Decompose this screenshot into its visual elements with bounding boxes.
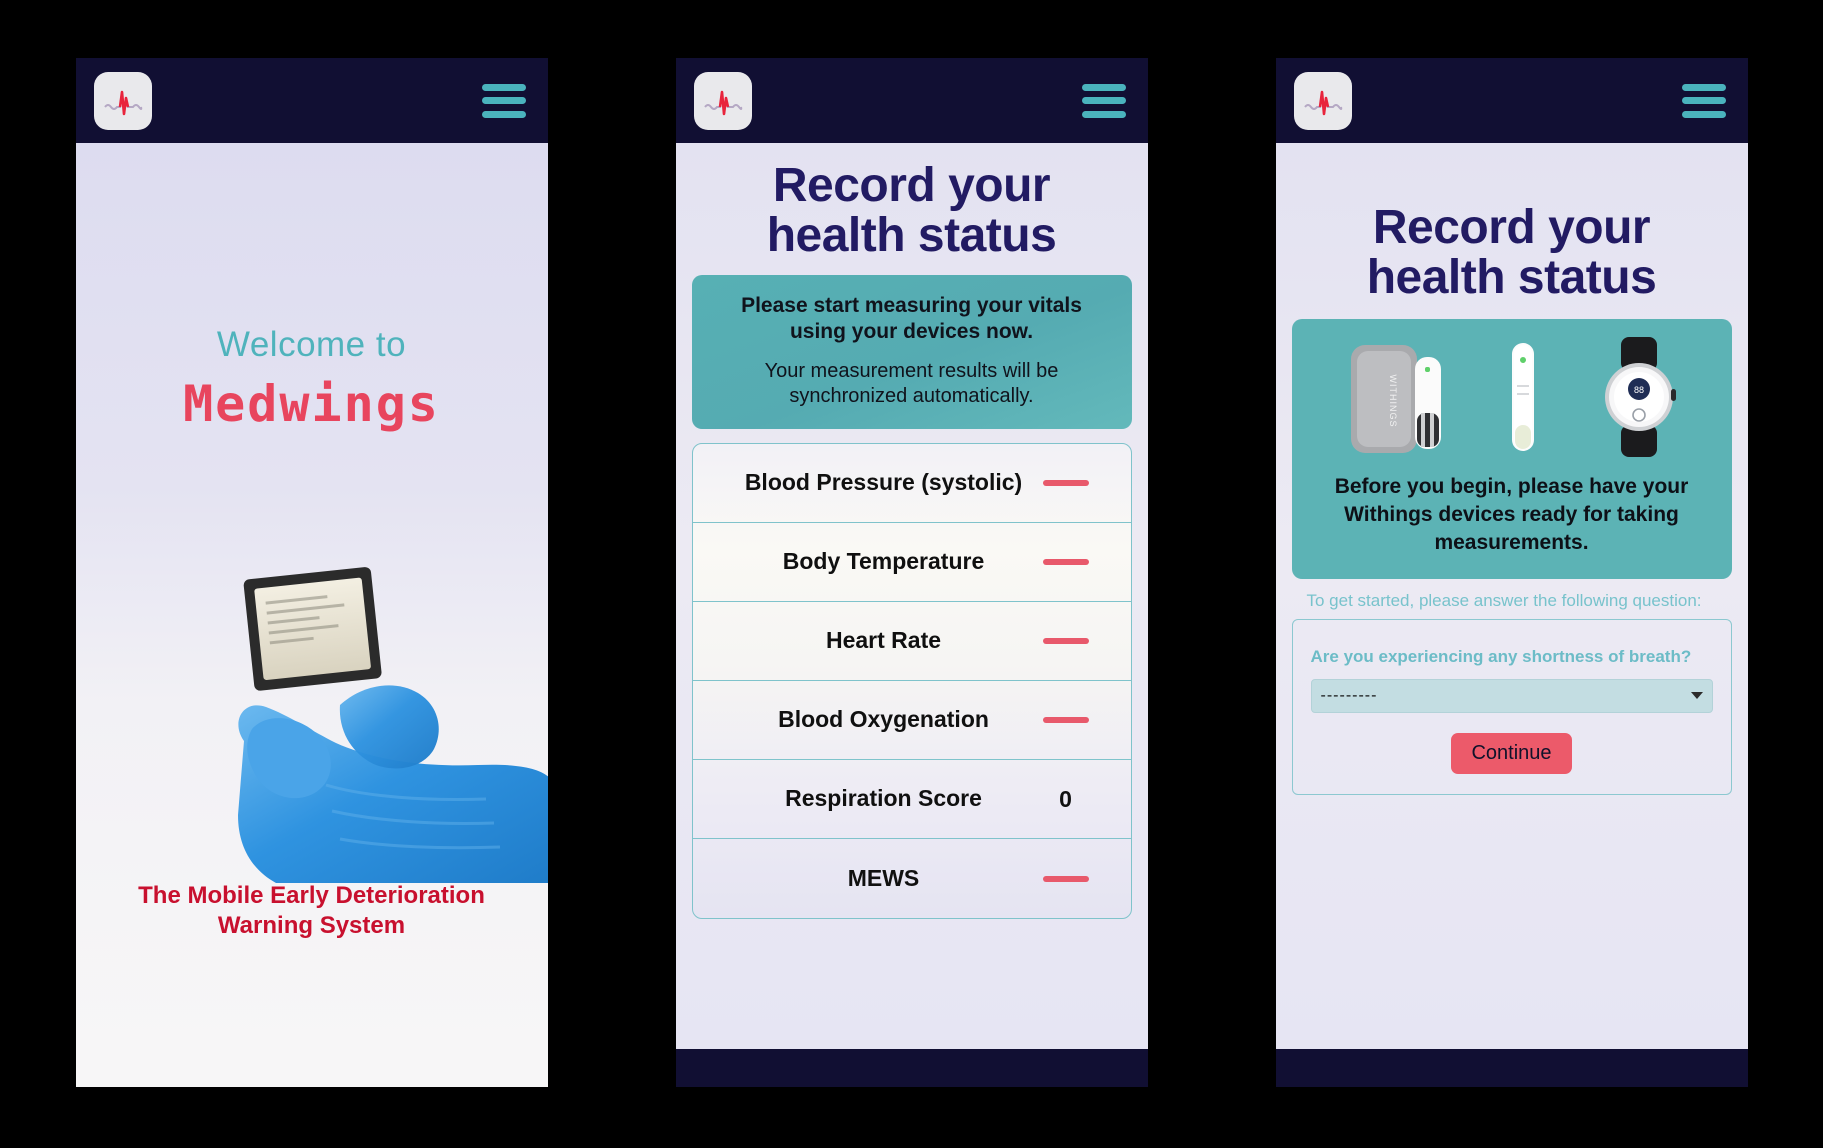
continue-button[interactable]: Continue (1451, 732, 1572, 774)
welcome-content: Welcome to Medwings The Mobile Early Det… (75, 143, 548, 1049)
vital-label: Body Temperature (782, 548, 985, 575)
smartwatch-icon: 88 (1604, 336, 1676, 457)
svg-text:88: 88 (1633, 385, 1643, 395)
ecg-heartbeat-icon (103, 84, 143, 118)
app-logo-button[interactable] (93, 71, 152, 130)
empty-value-dash (1042, 638, 1089, 645)
fieldset-legend: To get started, please answer the follow… (1306, 591, 1702, 611)
vital-label: Respiration Score (785, 785, 982, 812)
table-row[interactable]: MEWS (693, 839, 1131, 918)
banner-primary-text: Please start measuring your vitals using… (741, 293, 1082, 344)
welcome-line: Welcome to (216, 325, 407, 364)
questionnaire-fieldset: To get started, please answer the follow… (1291, 591, 1732, 795)
vitals-list: Blood Pressure (systolic) Body Temperatu… (691, 443, 1132, 920)
app-header-2 (675, 58, 1148, 143)
chevron-down-icon (1690, 692, 1703, 700)
vital-value (1023, 559, 1109, 566)
app-logo-button[interactable] (1293, 71, 1352, 130)
bp-cuff-icon: WITHINGS (1350, 344, 1441, 453)
vital-value (1023, 638, 1109, 645)
app-header-3 (1275, 58, 1748, 143)
page-title-line1: Record your (772, 159, 1051, 212)
hamburger-menu-icon[interactable] (1681, 83, 1726, 118)
measurement-instruction-banner: Please start measuring your vitals using… (691, 274, 1132, 430)
continue-button-row: Continue (1311, 732, 1713, 774)
page-title-line2: health status (766, 208, 1057, 262)
empty-value-dash (1042, 480, 1089, 487)
empty-value-dash (1042, 559, 1089, 566)
page-title: Record your health status (1292, 143, 1732, 303)
screen1-footer (75, 1049, 548, 1087)
vital-label: Blood Pressure (systolic) (744, 469, 1023, 496)
device-readiness-card: WITHINGS 88 Before you begin, please hav… (1291, 318, 1732, 580)
phone-screen-questionnaire: Record your health status WITHINGS 88 Be… (1275, 58, 1748, 1087)
app-header-1 (75, 58, 548, 143)
hamburger-menu-icon[interactable] (1081, 83, 1126, 118)
svg-text:WITHINGS: WITHINGS (1388, 374, 1398, 427)
vital-value (1023, 717, 1109, 724)
screen2-footer (675, 1049, 1148, 1087)
shortness-of-breath-select[interactable]: --------- (1310, 678, 1713, 713)
screen3-footer (1275, 1049, 1748, 1087)
page-title: Record your health status (692, 143, 1132, 261)
table-row[interactable]: Body Temperature (692, 523, 1131, 603)
empty-value-dash (1042, 875, 1089, 882)
select-value: --------- (1320, 686, 1378, 704)
vital-label: Heart Rate (825, 627, 942, 654)
vital-label: Blood Oxygenation (778, 706, 989, 733)
ecg-heartbeat-icon (703, 84, 743, 118)
screenshot-stage: Welcome to Medwings The Mobile Early Det… (0, 0, 1823, 1148)
withings-devices-image: WITHINGS 88 (1310, 333, 1714, 457)
page-title-line2: health status (1366, 250, 1657, 304)
ecg-heartbeat-icon (1303, 84, 1343, 118)
page-title-line1: Record your (1372, 201, 1651, 254)
empty-value-dash (1042, 717, 1089, 724)
app-logo-button[interactable] (693, 71, 752, 130)
table-row[interactable]: Blood Pressure (systolic) (692, 444, 1131, 524)
device-readiness-note: Before you begin, please have your Withi… (1334, 474, 1689, 555)
table-row[interactable]: Blood Oxygenation (692, 681, 1131, 761)
hamburger-menu-icon[interactable] (481, 83, 526, 118)
phone-screen-vitals: Record your health status Please start m… (675, 58, 1148, 1087)
vital-value (1023, 480, 1109, 487)
table-row[interactable]: Respiration Score 0 (692, 760, 1131, 840)
questionnaire-content: Record your health status WITHINGS 88 Be… (1275, 143, 1748, 1049)
vital-value: 0 (1059, 785, 1072, 812)
gloved-hand-image (126, 553, 548, 883)
banner-secondary-text: Your measurement results will be synchro… (764, 359, 1059, 407)
table-row[interactable]: Heart Rate (692, 602, 1131, 682)
thermometer-icon (1511, 342, 1534, 451)
phone-screen-welcome: Welcome to Medwings The Mobile Early Det… (75, 58, 548, 1087)
vitals-content: Record your health status Please start m… (675, 143, 1148, 1049)
vital-value (1023, 875, 1109, 882)
vital-label: MEWS (847, 864, 920, 891)
brand-wordmark: Medwings (183, 375, 440, 433)
tagline: The Mobile Early Deterioration Warning S… (138, 882, 485, 939)
question-label: Are you experiencing any shortness of br… (1310, 647, 1692, 667)
